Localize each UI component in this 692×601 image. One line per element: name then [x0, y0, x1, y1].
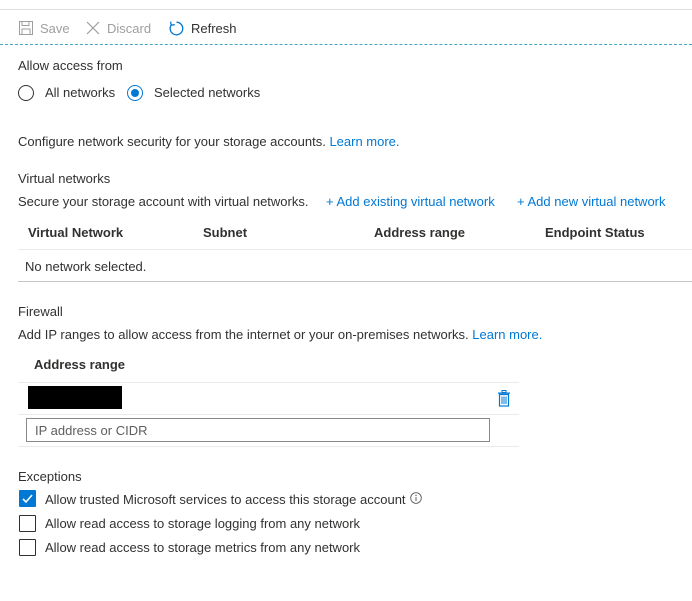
firewall-learn-more-link[interactable]: Learn more.: [472, 327, 542, 342]
discard-button[interactable]: Discard: [85, 18, 151, 38]
col-subnet: Subnet: [203, 225, 248, 240]
redacted-ip-address: [28, 386, 122, 409]
info-icon[interactable]: [409, 492, 422, 507]
save-label: Save: [40, 20, 70, 36]
col-virtual-network: Virtual Network: [28, 225, 124, 240]
col-address-range: Address range: [374, 225, 466, 240]
firewall-row-divider: [18, 414, 519, 415]
close-icon: [85, 20, 101, 36]
firewall-bottom-divider: [18, 446, 519, 447]
refresh-button[interactable]: Refresh: [168, 18, 237, 38]
intro-text-row: Configure network security for your stor…: [18, 134, 400, 149]
checkbox-trusted-services-label[interactable]: Allow trusted Microsoft services to acce…: [45, 492, 406, 507]
checkbox-logging-access-label[interactable]: Allow read access to storage logging fro…: [45, 516, 360, 531]
trusted-services-row: Allow trusted Microsoft services to acce…: [45, 492, 422, 507]
intro-text: Configure network security for your stor…: [18, 134, 326, 149]
delete-icon[interactable]: [497, 390, 511, 410]
checkbox-metrics-access[interactable]: [19, 539, 36, 556]
radio-all-networks[interactable]: [18, 85, 34, 101]
refresh-label: Refresh: [191, 20, 237, 36]
discard-label: Discard: [107, 20, 152, 36]
firewall-description: Add IP ranges to allow access from the i…: [18, 327, 469, 342]
add-new-vnet-link[interactable]: + Add new virtual network: [517, 194, 666, 209]
save-icon: [18, 20, 34, 36]
radio-selected-networks[interactable]: [127, 85, 143, 101]
firewall-description-row: Add IP ranges to allow access from the i…: [18, 327, 542, 342]
refresh-icon: [168, 20, 185, 37]
intro-learn-more-link[interactable]: Learn more.: [329, 134, 399, 149]
checkbox-trusted-services[interactable]: [19, 490, 36, 507]
virtual-networks-description: Secure your storage account with virtual…: [18, 194, 309, 209]
checkmark-icon: [22, 494, 33, 504]
allow-access-heading: Allow access from: [18, 58, 123, 73]
toolbar-divider: [0, 44, 692, 45]
firewall-heading: Firewall: [18, 304, 63, 319]
add-existing-vnet-link[interactable]: + Add existing virtual network: [326, 194, 495, 209]
virtual-networks-heading: Virtual networks: [18, 171, 111, 186]
firewall-header-divider: [18, 382, 519, 383]
radio-all-networks-label[interactable]: All networks: [45, 85, 115, 100]
vnet-table-bottom-divider: [18, 281, 692, 282]
checkbox-logging-access[interactable]: [19, 515, 36, 532]
checkbox-metrics-access-label[interactable]: Allow read access to storage metrics fro…: [45, 540, 360, 555]
vnet-empty-text: No network selected.: [25, 259, 147, 274]
radio-selected-networks-label[interactable]: Selected networks: [154, 85, 260, 100]
toolbar-top-border: [0, 9, 692, 10]
col-endpoint-status: Endpoint Status: [545, 225, 645, 240]
firewall-col-address-range: Address range: [34, 357, 126, 372]
vnet-header-divider: [18, 249, 692, 250]
save-button[interactable]: Save: [18, 18, 70, 38]
ip-address-input[interactable]: [26, 418, 490, 442]
exceptions-heading: Exceptions: [18, 469, 82, 484]
